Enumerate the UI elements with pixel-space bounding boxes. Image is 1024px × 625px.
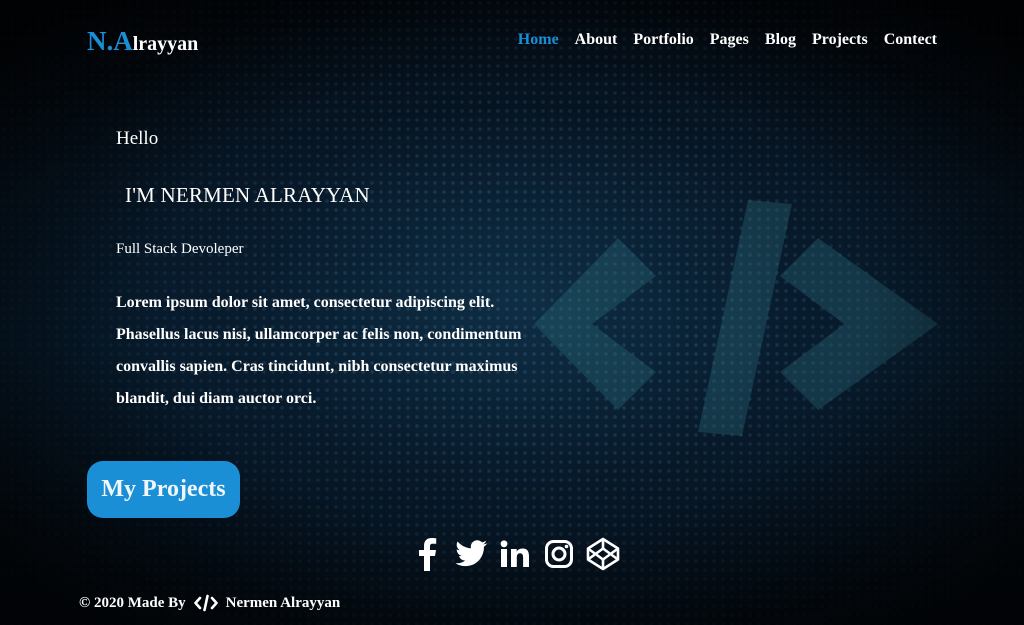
nav-home[interactable]: Home <box>518 31 559 49</box>
hero-name: I'M NERMEN ALRAYYAN <box>125 183 370 207</box>
logo-text: lrayyan <box>132 33 199 55</box>
hero-greeting: Hello <box>116 128 159 149</box>
nav-portfolio[interactable]: Portfolio <box>633 31 693 49</box>
codepen-icon[interactable] <box>586 535 620 573</box>
site-logo[interactable]: N.Alrayyan <box>87 26 198 57</box>
my-projects-button[interactable]: My Projects <box>87 461 240 518</box>
nav-pages[interactable]: Pages <box>710 31 749 49</box>
nav-projects[interactable]: Projects <box>812 31 868 49</box>
social-links <box>410 535 620 573</box>
nav-about[interactable]: About <box>575 31 618 49</box>
twitter-icon[interactable] <box>454 535 488 573</box>
nav-contact[interactable]: Contect <box>884 31 937 49</box>
footer-copyright: © 2020 Made By <box>79 594 186 611</box>
main-nav: Home About Portfolio Pages Blog Projects… <box>518 31 937 49</box>
hero-role: Full Stack Devoleper <box>116 241 244 257</box>
code-icon <box>193 594 218 612</box>
hero-description: Lorem ipsum dolor sit amet, consectetur … <box>116 294 522 407</box>
logo-accent: N.A <box>87 26 133 56</box>
footer-author: Nermen Alrayyan <box>225 594 341 611</box>
facebook-icon[interactable] <box>410 535 444 573</box>
site-footer: © 2020 Made By Nermen Alrayyan <box>79 594 340 612</box>
linkedin-icon[interactable] <box>498 535 532 573</box>
nav-blog[interactable]: Blog <box>765 31 796 49</box>
instagram-icon[interactable] <box>542 535 576 573</box>
